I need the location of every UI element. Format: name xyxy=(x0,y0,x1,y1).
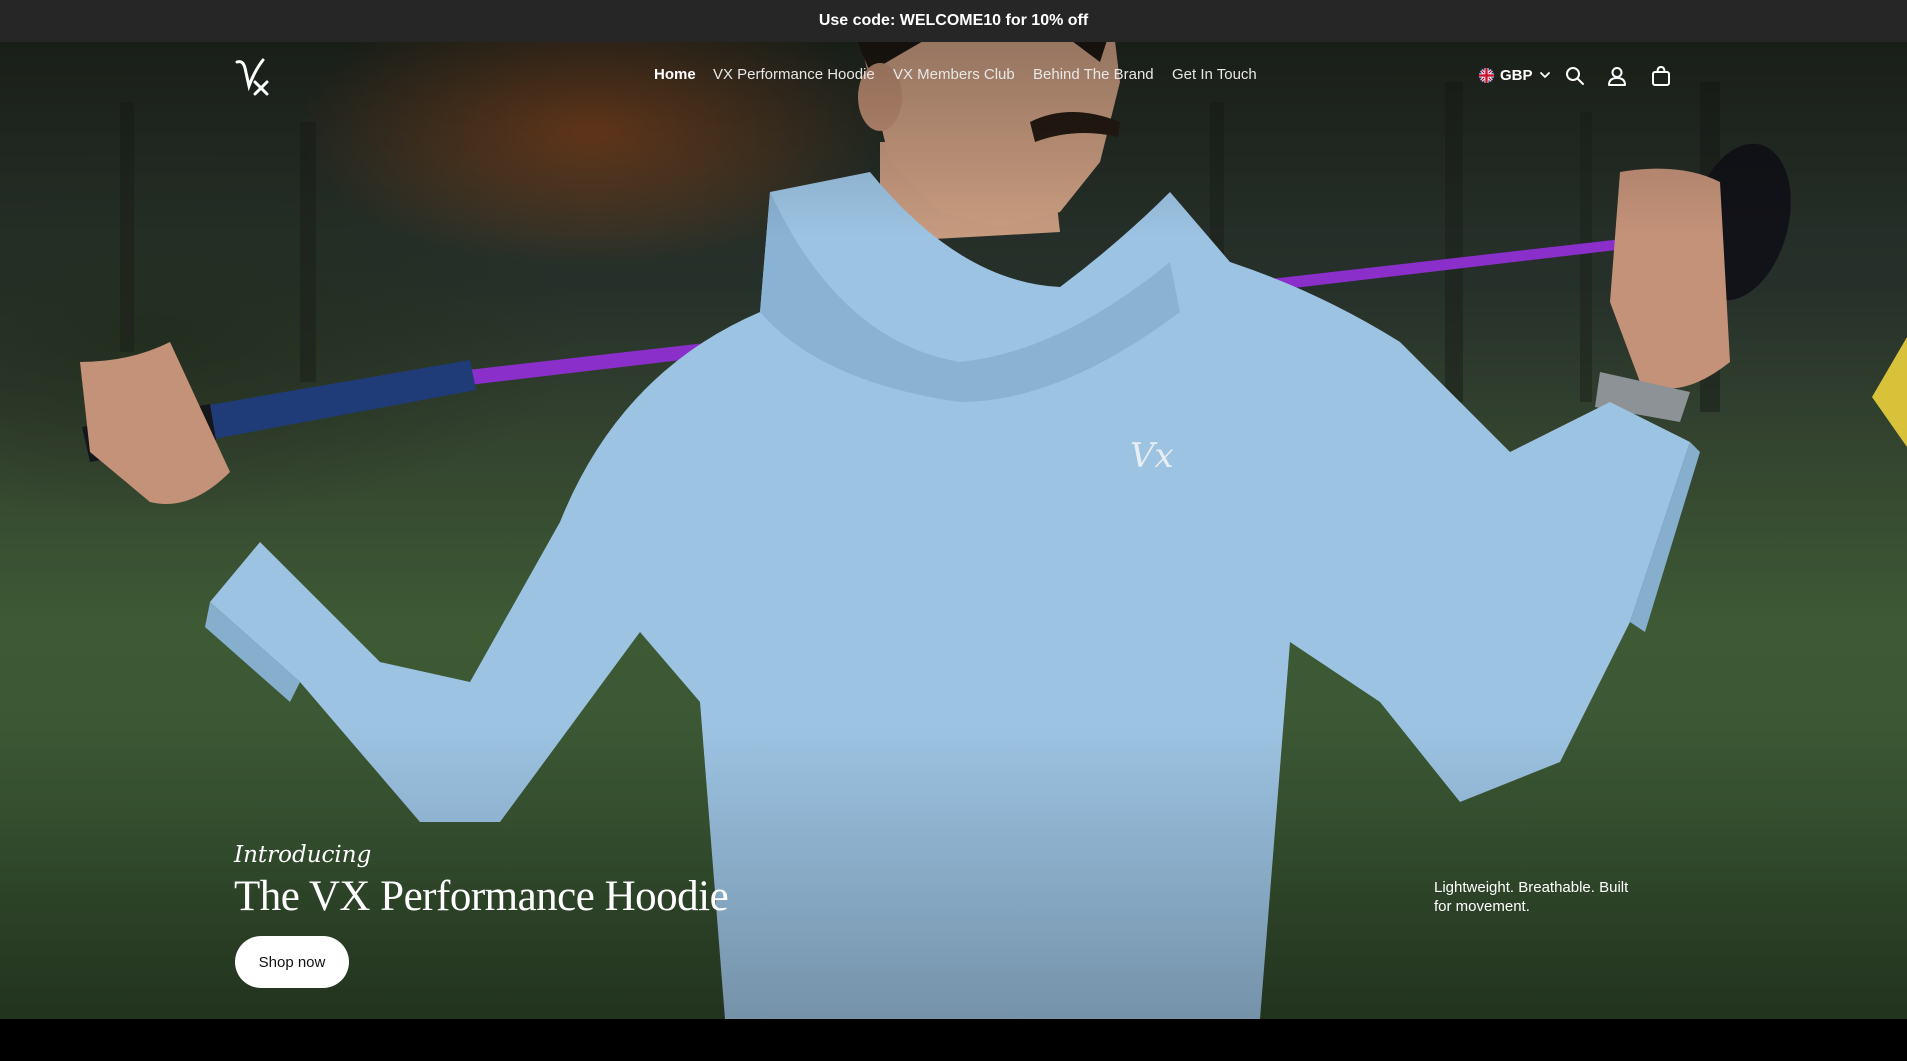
currency-code: GBP xyxy=(1500,66,1533,84)
uk-flag-icon xyxy=(1479,67,1494,83)
nav-vx-members-club[interactable]: VX Members Club xyxy=(893,66,1015,83)
currency-selector[interactable]: GBP xyxy=(1479,64,1551,86)
nav-behind-the-brand[interactable]: Behind The Brand xyxy=(1033,66,1154,83)
page-bottom-strip xyxy=(0,1019,1907,1061)
search-icon[interactable] xyxy=(1564,65,1586,87)
nav-vx-performance-hoodie[interactable]: VX Performance Hoodie xyxy=(713,66,875,83)
nav-home[interactable]: Home xyxy=(654,66,696,83)
site-header: Home VX Performance Hoodie VX Members Cl… xyxy=(0,42,1907,110)
hero-tagline: Lightweight. Breathable. Built for movem… xyxy=(1434,879,1629,915)
hero-title: The VX Performance Hoodie xyxy=(234,873,729,920)
nav-get-in-touch[interactable]: Get In Touch xyxy=(1172,66,1257,83)
account-icon[interactable] xyxy=(1606,65,1628,87)
hero-kicker: Introducing xyxy=(234,842,372,868)
shop-now-button[interactable]: Shop now xyxy=(235,936,349,988)
announcement-text: Use code: WELCOME10 for 10% off xyxy=(818,12,1089,29)
cart-icon[interactable] xyxy=(1650,65,1672,87)
chevron-down-icon xyxy=(1539,72,1550,78)
announcement-bar: Use code: WELCOME10 for 10% off xyxy=(0,0,1907,42)
